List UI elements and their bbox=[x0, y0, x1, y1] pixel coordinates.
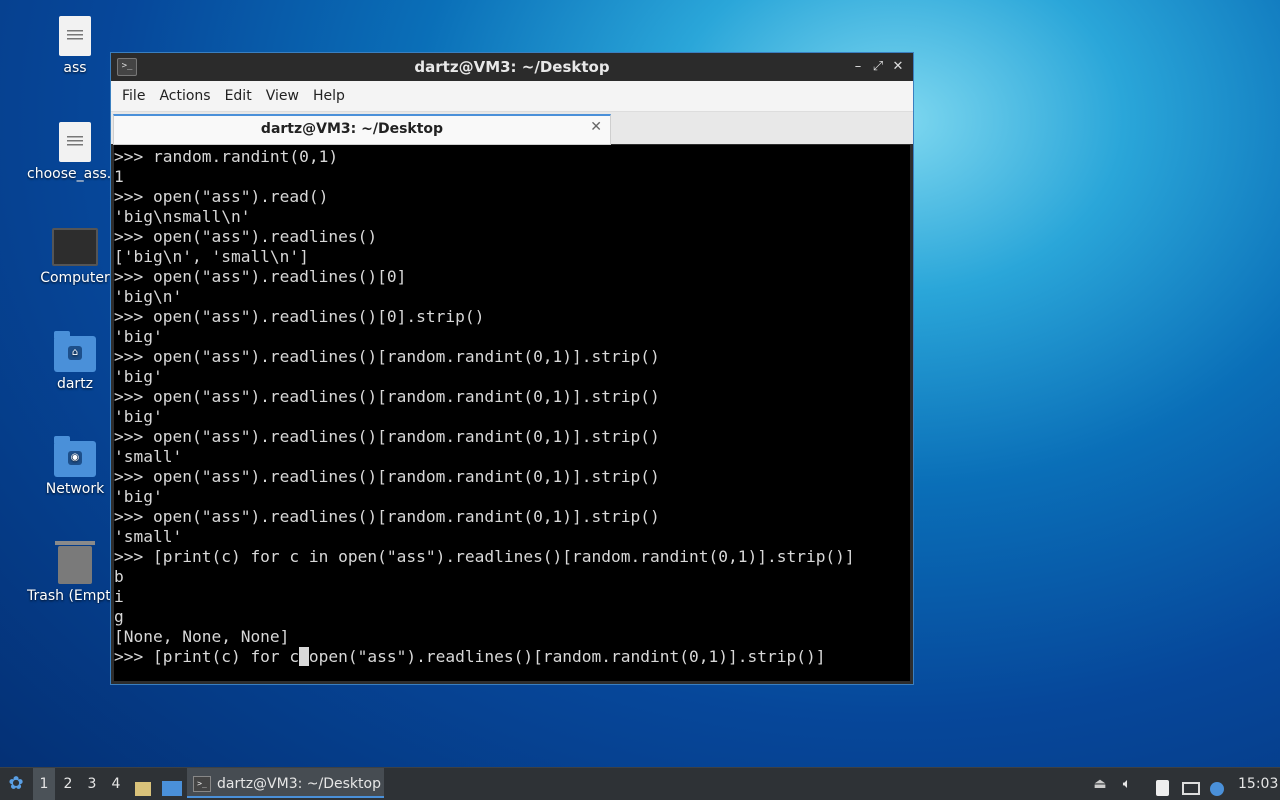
desktop-icon-label: Network bbox=[45, 481, 105, 497]
desktop-icon-label: Trash (Empty) bbox=[27, 588, 123, 604]
menu-help[interactable]: Help bbox=[306, 88, 352, 104]
terminal-line: >>> open("ass").readlines()[random.randi… bbox=[114, 387, 660, 406]
terminal-line: >>> open("ass").readlines()[random.randi… bbox=[114, 507, 660, 526]
terminal-line: >>> [print(c) for c in open("ass").readl… bbox=[114, 547, 855, 566]
terminal-text: >>> random.randint(0,1) 1 >>> open("ass"… bbox=[114, 145, 910, 667]
menu-bar: File Actions Edit View Help bbox=[111, 81, 913, 111]
taskbar-item-terminal[interactable]: >_ dartz@VM3: ~/Desktop bbox=[187, 768, 384, 798]
terminal-icon: >_ bbox=[193, 776, 211, 792]
network-icon[interactable] bbox=[1182, 768, 1202, 800]
tab-close-icon[interactable]: ✕ bbox=[590, 119, 602, 135]
file-manager-launcher-icon[interactable] bbox=[135, 768, 153, 800]
desktop-icon-label: dartz bbox=[56, 376, 94, 392]
terminal-line: >>> open("ass").readlines()[0].strip() bbox=[114, 307, 485, 326]
menu-edit[interactable]: Edit bbox=[218, 88, 259, 104]
desktop-icon-label: ass bbox=[63, 60, 87, 76]
close-icon[interactable]: ✕ bbox=[889, 58, 907, 76]
terminal-line: 'big' bbox=[114, 367, 163, 386]
terminal-line: >>> open("ass").readlines()[random.randi… bbox=[114, 347, 660, 366]
desktop-icon-trash[interactable]: Trash (Empty) bbox=[27, 541, 123, 604]
window-title: dartz@VM3: ~/Desktop bbox=[414, 58, 610, 76]
terminal-line: [None, None, None] bbox=[114, 627, 290, 646]
terminal-output[interactable]: >>> random.randint(0,1) 1 >>> open("ass"… bbox=[114, 145, 910, 681]
clipboard-icon[interactable] bbox=[1156, 768, 1174, 800]
minimize-icon[interactable]: – bbox=[849, 58, 867, 76]
tray-arrow-icon[interactable]: ⏏ bbox=[1092, 768, 1108, 800]
terminal-line: 'big' bbox=[114, 487, 163, 506]
terminal-line: >>> open("ass").read() bbox=[114, 187, 329, 206]
terminal-line: >>> open("ass").readlines()[random.randi… bbox=[114, 427, 660, 446]
desktop-icon-home[interactable]: ⌂ dartz bbox=[27, 331, 123, 392]
volume-icon[interactable]: 🔈︎ bbox=[1118, 768, 1136, 800]
taskbar-item-label: dartz@VM3: ~/Desktop bbox=[217, 776, 381, 792]
terminal-line: 1 bbox=[114, 167, 124, 186]
terminal-line: 'small' bbox=[114, 527, 183, 546]
network-folder-icon: ◉ bbox=[54, 436, 96, 477]
terminal-line: b bbox=[114, 567, 124, 586]
trash-icon bbox=[55, 541, 95, 584]
terminal-input-after: open("ass").readlines()[random.randint(0… bbox=[308, 647, 826, 666]
terminal-line: 'big' bbox=[114, 407, 163, 426]
home-folder-icon: ⌂ bbox=[54, 331, 96, 372]
menu-file[interactable]: File bbox=[115, 88, 152, 104]
clock[interactable]: 15:03 bbox=[1238, 768, 1278, 800]
terminal-line: 'big\n' bbox=[114, 287, 183, 306]
workspace-1[interactable]: 1 bbox=[33, 768, 55, 800]
workspace-2[interactable]: 2 bbox=[57, 768, 79, 800]
desktop-icon-choose-ass[interactable]: choose_ass.py bbox=[27, 122, 123, 182]
terminal-line: >>> open("ass").readlines()[random.randi… bbox=[114, 467, 660, 486]
text-file-icon bbox=[59, 122, 91, 162]
app-menu-icon[interactable]: ✿ bbox=[4, 768, 28, 800]
terminal-line: 'big' bbox=[114, 327, 163, 346]
window-titlebar[interactable]: >_ dartz@VM3: ~/Desktop – ⤢ ✕ bbox=[111, 53, 913, 81]
terminal-cursor bbox=[299, 647, 309, 666]
workspace-4[interactable]: 4 bbox=[105, 768, 127, 800]
desktop-icon-label: choose_ass.py bbox=[27, 166, 123, 182]
terminal-line: g bbox=[114, 607, 124, 626]
text-file-icon bbox=[59, 16, 91, 56]
terminal-tab[interactable]: dartz@VM3: ~/Desktop ✕ bbox=[113, 114, 611, 145]
terminal-input-before: >>> [print(c) for c bbox=[114, 647, 300, 666]
desktop-icon-ass[interactable]: ass bbox=[27, 16, 123, 76]
desktop-icon-label: Computer bbox=[40, 270, 110, 286]
terminal-line: ['big\n', 'small\n'] bbox=[114, 247, 309, 266]
menu-actions[interactable]: Actions bbox=[152, 88, 217, 104]
terminal-line: i bbox=[114, 587, 124, 606]
terminal-history: >>> random.randint(0,1) 1 >>> open("ass"… bbox=[114, 147, 855, 646]
tab-bar: dartz@VM3: ~/Desktop ✕ bbox=[111, 111, 913, 145]
terminal-line: >>> open("ass").readlines()[0] bbox=[114, 267, 407, 286]
terminal-line: >>> random.randint(0,1) bbox=[114, 147, 339, 166]
maximize-icon[interactable]: ⤢ bbox=[869, 58, 887, 76]
desktop-icon-computer[interactable]: Computer bbox=[27, 228, 123, 286]
notification-icon[interactable] bbox=[1210, 768, 1226, 800]
workspace-3[interactable]: 3 bbox=[81, 768, 103, 800]
terminal-line: 'small' bbox=[114, 447, 183, 466]
terminal-line: 'big\nsmall\n' bbox=[114, 207, 251, 226]
terminal-line: >>> open("ass").readlines() bbox=[114, 227, 378, 246]
taskbar: ✿ 1 2 3 4 >_ dartz@VM3: ~/Desktop ⏏ 🔈︎ 15… bbox=[0, 767, 1280, 800]
menu-view[interactable]: View bbox=[259, 88, 306, 104]
show-desktop-icon[interactable] bbox=[162, 768, 182, 800]
computer-icon bbox=[52, 228, 98, 266]
desktop-icon-network[interactable]: ◉ Network bbox=[27, 436, 123, 497]
tab-label: dartz@VM3: ~/Desktop bbox=[260, 121, 444, 137]
terminal-window[interactable]: >_ dartz@VM3: ~/Desktop – ⤢ ✕ File Actio… bbox=[111, 53, 913, 684]
